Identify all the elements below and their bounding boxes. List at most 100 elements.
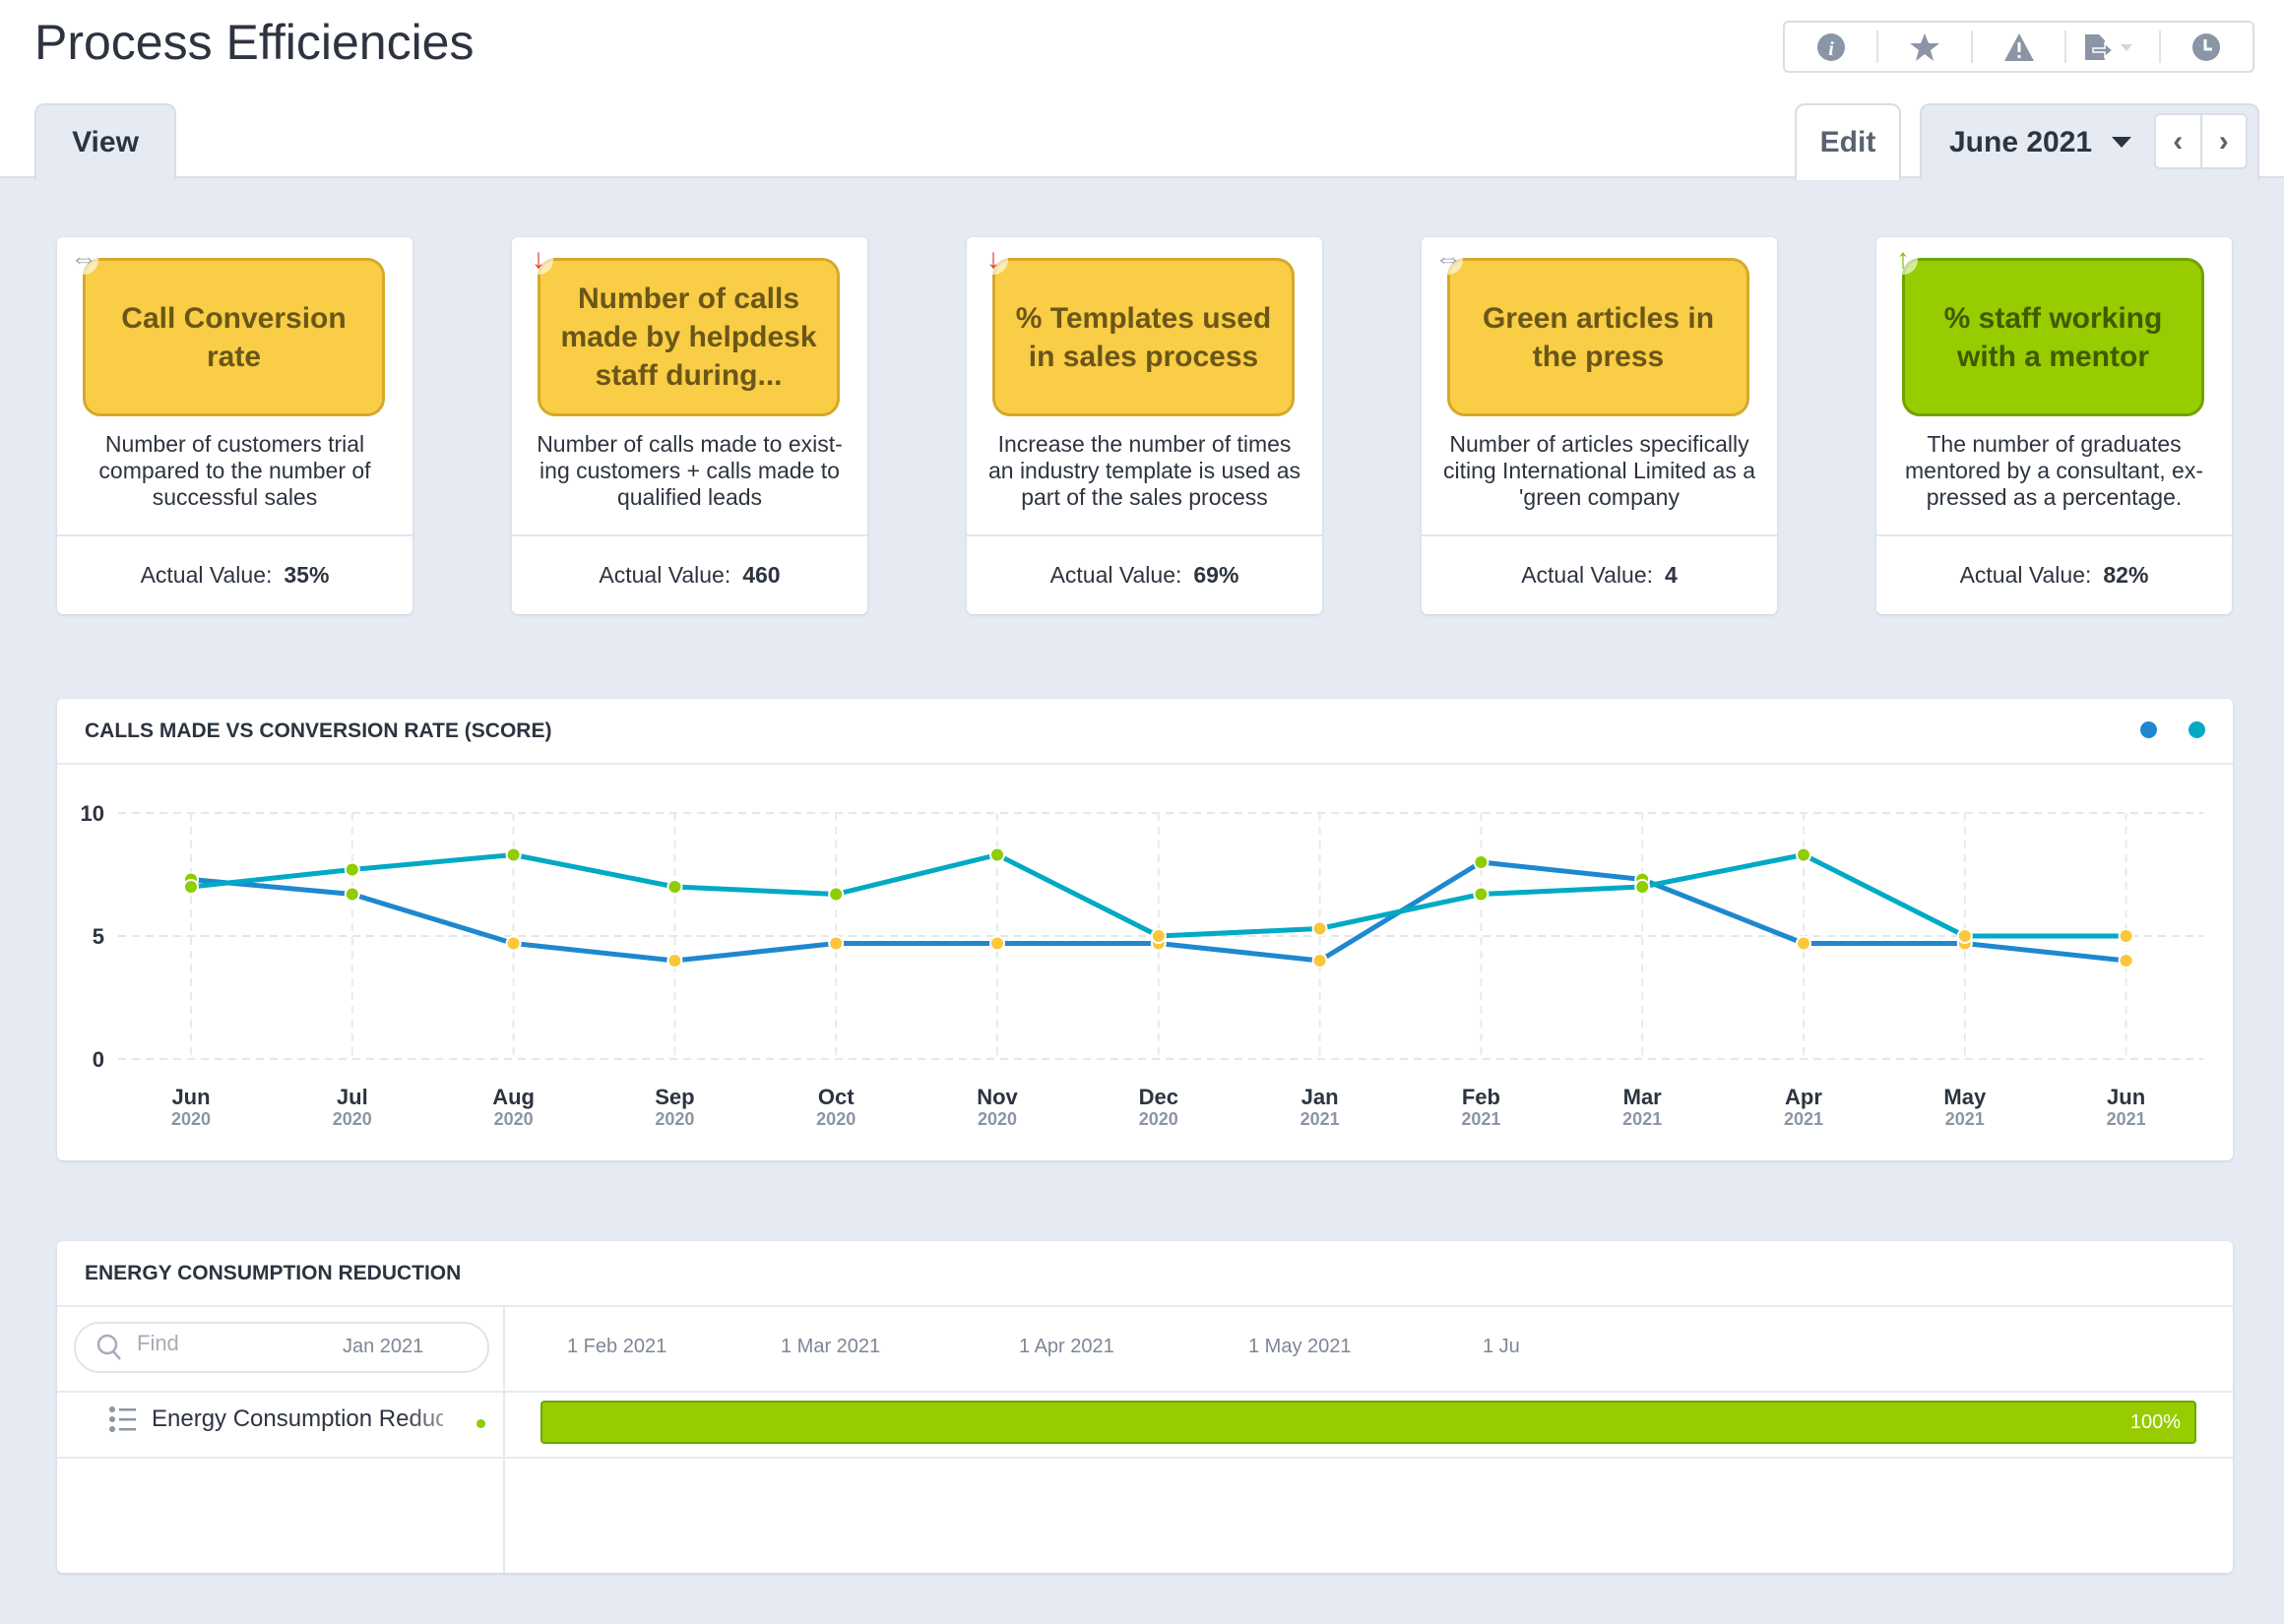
kpi-description: Increase the number of times an industry… <box>987 431 1301 510</box>
x-tick-month: Jun <box>2107 1085 2145 1109</box>
tab-edit[interactable]: Edit <box>1795 103 1901 180</box>
x-tick-year: 2020 <box>655 1109 694 1129</box>
trend-flat-icon: ⇔ <box>69 243 98 275</box>
kpi-title-box[interactable]: Number of calls made by helpdesk staff d… <box>538 258 840 416</box>
kpi-title: Number of calls made by helpdesk staff d… <box>560 282 817 392</box>
x-tick-year: 2020 <box>494 1109 534 1129</box>
gantt-row-label: Energy Consumption Reduction <box>152 1405 443 1432</box>
x-tick-month: Apr <box>1785 1085 1822 1109</box>
kpi-title-box[interactable]: % staff working with a mentor <box>1902 258 2204 416</box>
kpi-card[interactable]: % staff working with a mentor ↑ The numb… <box>1876 237 2232 614</box>
divider <box>57 1457 2233 1459</box>
kpi-actual: Actual Value: 460 <box>512 534 867 614</box>
x-tick-month: Jul <box>337 1085 368 1109</box>
favorite-button[interactable] <box>1876 31 1970 63</box>
actual-value: 460 <box>742 562 781 588</box>
data-point <box>2118 953 2134 968</box>
info-button[interactable]: i <box>1785 31 1876 63</box>
timeline-label: 1 Ju <box>1483 1336 1520 1357</box>
star-icon <box>1910 32 1940 61</box>
data-point <box>1634 879 1651 895</box>
x-tick-year: 2020 <box>978 1109 1017 1129</box>
status-dot <box>476 1419 485 1428</box>
kpi-description: Number of articles specifically citing I… <box>1442 431 1756 510</box>
kpi-card[interactable]: Number of calls made by helpdesk staff d… <box>512 237 867 614</box>
kpi-title: % staff working with a mentor <box>1943 301 2163 373</box>
chart-panel: CALLS MADE VS CONVERSION RATE (SCORE) 05… <box>57 699 2233 1160</box>
data-point <box>1796 935 1811 952</box>
x-tick-month: Dec <box>1139 1085 1178 1109</box>
x-tick-year: 2021 <box>2107 1109 2146 1129</box>
kpi-actual: Actual Value: 69% <box>967 534 1322 614</box>
data-point <box>1956 928 1973 944</box>
data-point <box>505 846 522 863</box>
kpi-card[interactable]: Call Conversion rate ⇔ Number of custome… <box>57 237 412 614</box>
next-period-button[interactable]: › <box>2199 115 2247 167</box>
actual-label: Actual Value: <box>1521 562 1654 588</box>
x-tick-year: 2021 <box>1461 1109 1500 1129</box>
data-point <box>1796 846 1811 863</box>
legend-series-2[interactable] <box>2189 721 2205 738</box>
data-point <box>828 886 845 903</box>
gantt-title: ENERGY CONSUMPTION REDUCTION <box>85 1261 462 1284</box>
data-point <box>505 935 522 952</box>
gantt-row[interactable]: Energy Consumption Reduction <box>108 1405 443 1434</box>
arrow-down-icon: ↓ <box>979 245 1008 275</box>
kpi-title: Call Conversion rate <box>121 301 347 373</box>
kpi-title-box[interactable]: % Templates used in sales process <box>992 258 1295 416</box>
page-header: Process Efficiencies i View Edit June 20… <box>0 0 2284 180</box>
gantt-panel: ENERGY CONSUMPTION REDUCTION Find Jan 20… <box>57 1241 2233 1573</box>
warning-icon <box>2003 32 2034 61</box>
actual-label: Actual Value: <box>1959 562 2092 588</box>
tab-view[interactable]: View <box>34 103 176 180</box>
export-button[interactable] <box>2064 31 2158 63</box>
gantt-bar[interactable]: 100% <box>540 1401 2196 1444</box>
kpi-description: Number of calls made to exist-ing custom… <box>537 431 843 510</box>
legend-series-1[interactable] <box>2140 721 2157 738</box>
x-tick-year: 2020 <box>816 1109 856 1129</box>
actual-value: 82% <box>2103 562 2149 588</box>
actual-label: Actual Value: <box>599 562 731 588</box>
previous-period-button[interactable]: ‹ <box>2156 115 2200 167</box>
x-tick-year: 2021 <box>1301 1109 1340 1129</box>
data-point <box>1311 953 1328 968</box>
actual-label: Actual Value: <box>140 562 273 588</box>
find-input[interactable]: Find <box>74 1322 489 1373</box>
kpi-title-box[interactable]: Green articles in the press <box>1447 258 1749 416</box>
x-tick-month: Jan <box>1301 1085 1339 1109</box>
timeline-label: 1 May 2021 <box>1248 1336 1352 1357</box>
x-tick-month: Aug <box>492 1085 535 1109</box>
list-icon <box>109 1406 136 1432</box>
kpi-title: % Templates used in sales process <box>1015 301 1272 373</box>
kpi-actual: Actual Value: 82% <box>1876 534 2232 614</box>
x-tick-month: Mar <box>1623 1085 1663 1109</box>
data-point <box>2118 928 2134 944</box>
y-tick-label: 10 <box>81 801 104 826</box>
svg-text:i: i <box>1828 38 1834 60</box>
x-tick-month: May <box>1943 1085 1987 1109</box>
y-tick-label: 5 <box>93 924 104 949</box>
kpi-card[interactable]: Green articles in the press ⇔ Number of … <box>1422 237 1777 614</box>
timeline-label: 1 Mar 2021 <box>781 1336 881 1357</box>
x-tick-month: Oct <box>818 1085 855 1109</box>
gantt-bar-progress: 100% <box>2129 1410 2181 1433</box>
chevron-left-icon: ‹ <box>2173 124 2184 157</box>
timeline-label: 1 Apr 2021 <box>1019 1336 1114 1357</box>
data-point <box>989 846 1005 863</box>
kpi-card[interactable]: % Templates used in sales process ↓ Incr… <box>967 237 1322 614</box>
timeline-label: 1 Feb 2021 <box>567 1336 667 1357</box>
page-title: Process Efficiencies <box>34 15 475 70</box>
kpi-title: Green articles in the press <box>1482 301 1715 373</box>
data-point <box>666 953 683 968</box>
actual-label: Actual Value: <box>1049 562 1182 588</box>
y-tick-label: 0 <box>93 1047 104 1072</box>
data-point <box>344 886 360 903</box>
x-tick-month: Feb <box>1462 1085 1500 1109</box>
history-button[interactable] <box>2158 31 2252 63</box>
period-nav: ‹ › <box>2154 113 2248 169</box>
x-tick-year: 2020 <box>333 1109 372 1129</box>
x-tick-month: Sep <box>655 1085 694 1109</box>
kpi-title-box[interactable]: Call Conversion rate <box>83 258 385 416</box>
arrow-down-icon: ↓ <box>524 245 553 275</box>
alert-button[interactable] <box>1970 31 2064 63</box>
